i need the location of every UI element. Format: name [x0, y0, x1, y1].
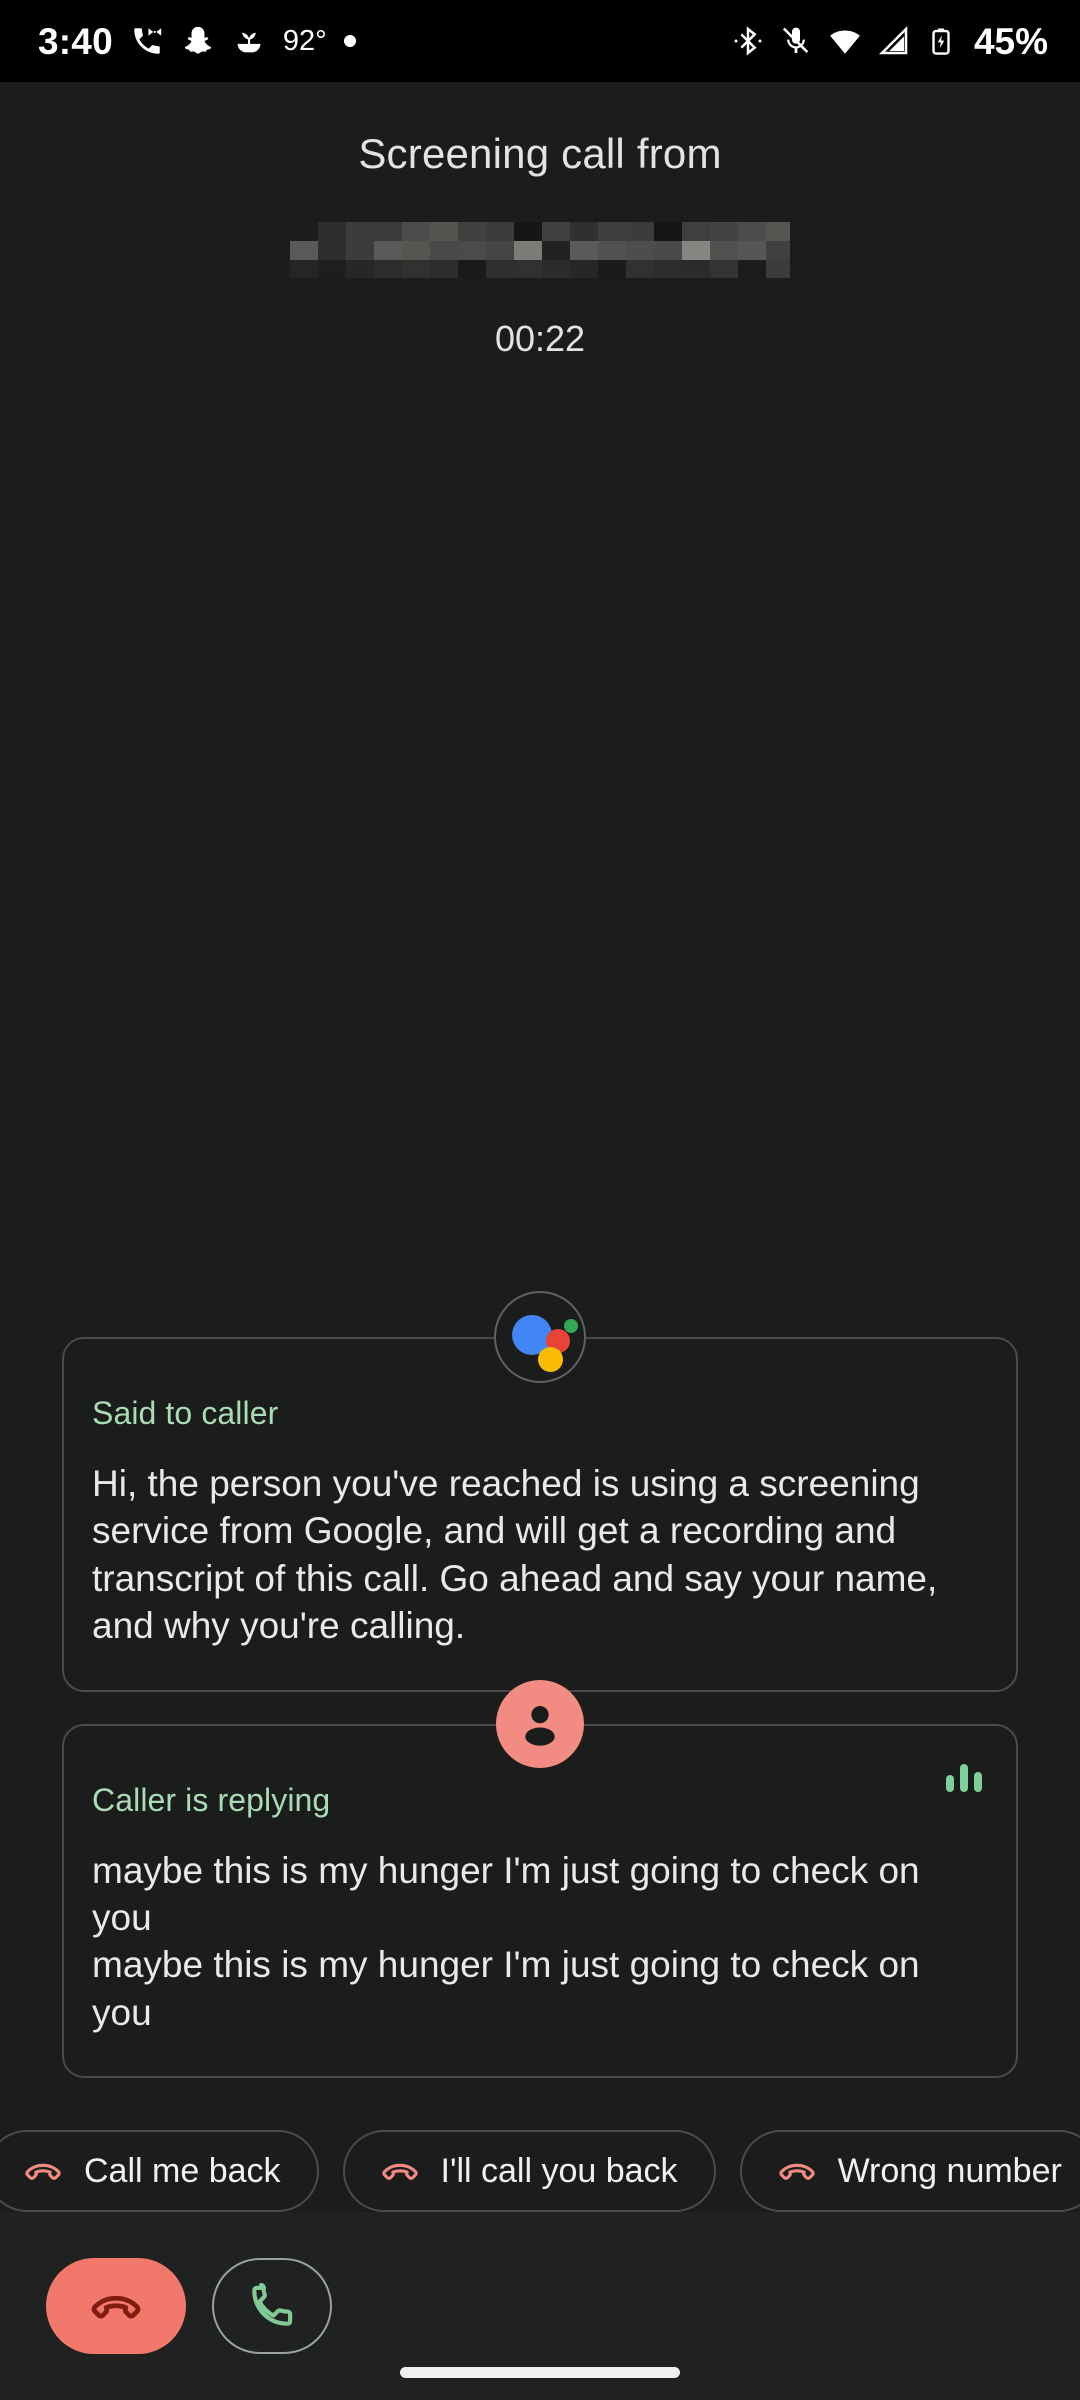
caller-message-label: Caller is replying: [92, 1781, 331, 1818]
caller-name-redacted: [290, 222, 790, 278]
person-avatar-icon: [496, 1679, 584, 1768]
caller-message-text: maybe this is my hunger I'm just going t…: [92, 1849, 920, 2033]
audio-level-indicator-icon: [946, 1762, 982, 1792]
assistant-message-text: Hi, the person you've reached is using a…: [92, 1463, 938, 1647]
quick-reply-ill-call-you-back[interactable]: I'll call you back: [342, 2130, 716, 2212]
call-screening-screen: 3:40 92° 45% Screening call from 00:22 S…: [0, 0, 1080, 2400]
quick-reply-call-me-back[interactable]: Call me back: [0, 2130, 319, 2212]
caller-message-card: Caller is replying maybe this is my hung…: [62, 1723, 1018, 2078]
assistant-message-label: Said to caller: [92, 1395, 279, 1432]
transcript-list: Said to caller Hi, the person you've rea…: [0, 1291, 1080, 2078]
assistant-message-card: Said to caller Hi, the person you've rea…: [62, 1337, 1018, 1692]
quick-reply-label: Call me back: [84, 2151, 281, 2190]
hangup-phone-icon: [24, 2152, 62, 2190]
status-bar-left: 3:40 92°: [38, 23, 356, 60]
status-bar-right: 45%: [732, 23, 1048, 60]
status-temperature: 92°: [282, 24, 327, 57]
status-battery-percent: 45%: [973, 20, 1048, 62]
phone-icon: [247, 2281, 297, 2331]
seedling-icon: [232, 24, 266, 58]
quick-reply-label: I'll call you back: [440, 2151, 678, 2190]
status-bar: 3:40 92° 45%: [0, 0, 1080, 82]
missed-call-icon: [130, 24, 164, 58]
hangup-phone-icon: [90, 2280, 142, 2332]
call-control-bar: [0, 2212, 1080, 2400]
quick-reply-chip-row[interactable]: Call me back I'll call you back Wrong nu…: [0, 2130, 1080, 2212]
wifi-icon: [828, 24, 862, 58]
battery-charging-icon: [926, 26, 956, 56]
page-title: Screening call from: [358, 130, 722, 177]
audio-bar-1: [946, 1774, 954, 1792]
snapchat-icon: [181, 24, 215, 58]
end-call-button[interactable]: [46, 2258, 186, 2354]
mic-muted-icon: [780, 25, 812, 57]
notification-dot-icon: [343, 35, 356, 47]
audio-bar-2: [960, 1763, 968, 1792]
call-timer: 00:22: [494, 318, 586, 359]
google-assistant-icon: [494, 1291, 586, 1384]
screening-header: Screening call from 00:22: [0, 82, 1080, 360]
transcript-item-caller: Caller is replying maybe this is my hung…: [62, 1679, 1018, 2078]
audio-bar-3: [974, 1771, 982, 1792]
assistant-dot-green: [564, 1319, 578, 1334]
gesture-nav-pill[interactable]: [400, 2367, 680, 2378]
answer-call-button[interactable]: [212, 2258, 332, 2354]
header-spacer: [0, 360, 1080, 1337]
hangup-phone-icon: [381, 2152, 419, 2190]
quick-reply-label: Wrong number: [837, 2151, 1062, 2190]
cellular-signal-icon: [878, 25, 910, 57]
assistant-dot-yellow: [538, 1347, 563, 1373]
quick-reply-wrong-number[interactable]: Wrong number: [739, 2130, 1080, 2212]
hangup-phone-icon: [778, 2152, 816, 2190]
bluetooth-icon: [732, 25, 764, 57]
status-clock: 3:40: [38, 20, 113, 62]
transcript-item-assistant: Said to caller Hi, the person you've rea…: [62, 1291, 1018, 1692]
